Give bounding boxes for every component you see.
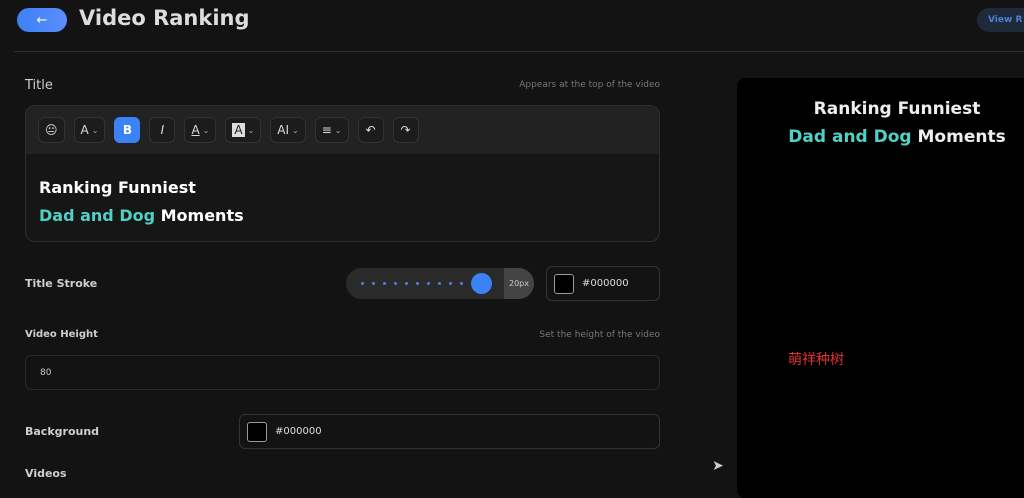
height-hint: Set the height of the video: [539, 330, 660, 340]
title-text-area[interactable]: Ranking Funniest Dad and Dog Moments: [26, 154, 659, 241]
preview-line-1: Ranking Funniest: [813, 99, 981, 119]
back-button[interactable]: ←: [17, 8, 67, 32]
stroke-label: Title Stroke: [25, 277, 98, 290]
text-color-icon: A: [191, 123, 200, 137]
redo-button[interactable]: ↷: [392, 117, 419, 143]
height-label: Video Height: [25, 329, 98, 340]
ai-button[interactable]: AI ⌄: [270, 117, 306, 143]
title-label: Title: [25, 78, 53, 93]
chevron-down-icon: ⌄: [247, 125, 255, 135]
view-button[interactable]: View R: [977, 8, 1024, 32]
stroke-color-field[interactable]: #000000: [546, 266, 660, 301]
highlight-button[interactable]: A ⌄: [225, 117, 262, 143]
arrow-left-icon: ←: [36, 12, 48, 28]
preview-line-2: Dad and Dog Moments: [737, 123, 1024, 151]
title-highlight: Dad and Dog: [39, 206, 156, 225]
background-label: Background: [25, 425, 100, 438]
stroke-slider[interactable]: 20px: [346, 268, 534, 299]
bold-icon: B: [122, 123, 133, 137]
mouse-cursor-icon: ➤: [712, 458, 724, 474]
chevron-down-icon: ⌄: [334, 125, 342, 135]
background-color-value: #000000: [275, 426, 322, 437]
align-icon: ≡: [321, 123, 332, 137]
chevron-down-icon: ⌄: [91, 125, 99, 135]
italic-icon: I: [160, 123, 165, 137]
background-color-field[interactable]: #000000: [239, 414, 660, 449]
title-rest: Moments: [155, 206, 244, 225]
video-height-input[interactable]: 80: [25, 355, 660, 390]
undo-icon: ↶: [365, 123, 376, 137]
chevron-down-icon: ⌄: [292, 125, 299, 135]
redo-icon: ↷: [400, 123, 411, 137]
editor-toolbar: 😐 A ⌄ B I A ⌄ A ⌄ AI ⌄ ≡ ⌄ ↶ ↷: [26, 106, 659, 154]
slider-handle[interactable]: [471, 273, 492, 294]
title-line-1: Ranking Funniest: [39, 178, 196, 197]
undo-button[interactable]: ↶: [357, 117, 384, 143]
watermark: 萌祥种树: [788, 352, 844, 368]
font-size-button[interactable]: A ⌄: [73, 117, 106, 143]
align-button[interactable]: ≡ ⌄: [314, 117, 349, 143]
preview-highlight: Dad and Dog: [788, 127, 912, 147]
emoji-button[interactable]: 😐: [38, 117, 65, 143]
italic-button[interactable]: I: [149, 117, 176, 143]
highlight-icon: A: [232, 123, 245, 137]
title-line-2: Dad and Dog Moments: [39, 202, 646, 230]
preview-title: Ranking Funniest Dad and Dog Moments: [737, 95, 1024, 151]
divider: [14, 51, 1024, 52]
ai-icon: AI: [277, 123, 290, 137]
text-color-button[interactable]: A ⌄: [184, 117, 217, 143]
bold-button[interactable]: B: [114, 117, 141, 143]
color-swatch[interactable]: [247, 421, 267, 442]
videos-label: Videos: [25, 467, 67, 480]
font-size-icon: A: [80, 123, 89, 137]
page-title: Video Ranking: [79, 6, 250, 30]
title-editor[interactable]: 😐 A ⌄ B I A ⌄ A ⌄ AI ⌄ ≡ ⌄ ↶ ↷ Ranking Funniest Dad an…: [25, 105, 660, 242]
title-hint: Appears at the top of the video: [519, 80, 660, 90]
slider-track: [361, 282, 463, 285]
color-swatch[interactable]: [554, 273, 574, 294]
stroke-color-value: #000000: [582, 278, 629, 289]
emoji-icon: 😐: [45, 123, 58, 137]
stroke-value: 20px: [504, 268, 534, 299]
preview-rest: Moments: [911, 127, 1006, 147]
chevron-down-icon: ⌄: [202, 125, 210, 135]
